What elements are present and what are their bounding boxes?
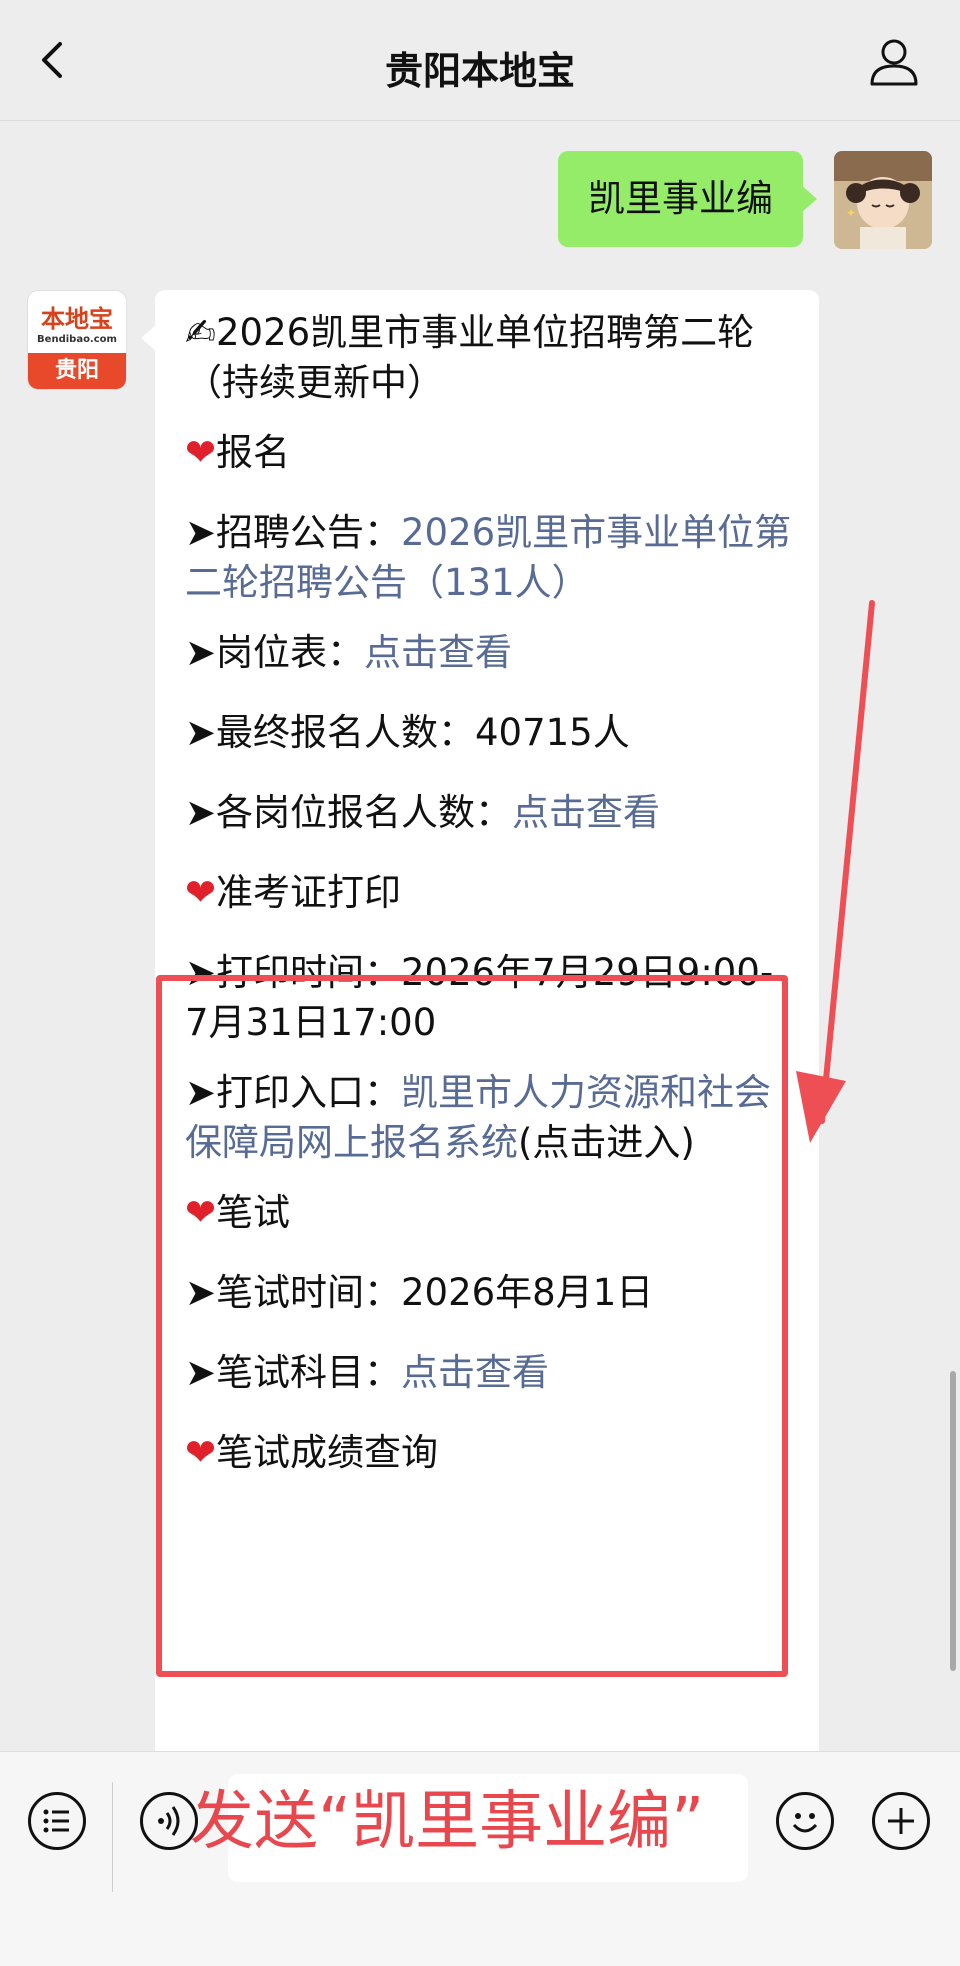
voice-wave-icon [158, 1806, 180, 1836]
instruction-overlay-text: 发送“凯里事业编” [190, 1785, 705, 1859]
smiley-icon [792, 1813, 818, 1833]
plus-icon [888, 1808, 914, 1834]
menu-button[interactable] [28, 1792, 86, 1850]
more-button[interactable] [872, 1792, 930, 1850]
red-arrow-icon [796, 600, 875, 1143]
input-bar: 发送“凯里事业编” [0, 1751, 960, 1966]
emoji-button[interactable] [776, 1792, 834, 1850]
toolbar-divider [112, 1782, 113, 1892]
chat-page: 贵阳本地宝 凯里事业编 ✦ 本地宝 Bendibao.com 贵阳 ✍2026凯… [0, 0, 960, 1966]
chat-scrollbar[interactable] [950, 1371, 956, 1671]
list-menu-icon [43, 1809, 69, 1833]
chat-area[interactable]: 凯里事业编 ✦ 本地宝 Bendibao.com 贵阳 ✍2026凯里市事业单位… [0, 121, 960, 1751]
top-bar: 贵阳本地宝 [0, 0, 960, 121]
profile-icon[interactable] [868, 36, 920, 88]
chat-title: 贵阳本地宝 [384, 49, 575, 93]
